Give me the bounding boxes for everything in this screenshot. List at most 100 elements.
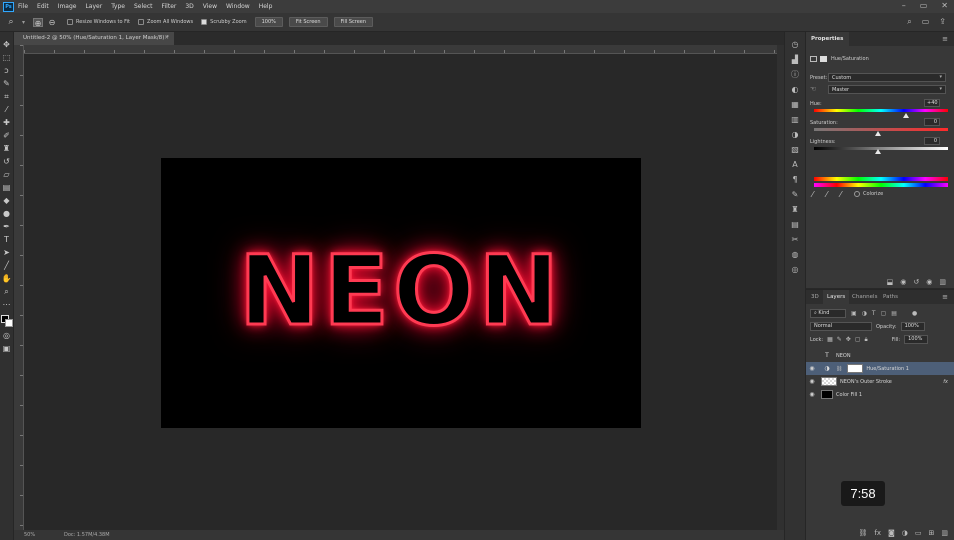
- menu-view[interactable]: View: [203, 3, 217, 10]
- gradient-tool-icon[interactable]: ▤: [2, 183, 12, 192]
- add-mask-icon[interactable]: ◙: [888, 529, 895, 540]
- on-image-adjust-icon[interactable]: ☜: [810, 85, 816, 93]
- lock-all-icon[interactable]: 🔒︎: [865, 336, 868, 344]
- tool-preset-chevron-icon[interactable]: ▾: [22, 19, 25, 26]
- move-tool-icon[interactable]: ✥: [2, 40, 12, 49]
- more-tools-icon[interactable]: ⋯: [2, 300, 12, 309]
- visibility-eye-icon[interactable]: ◉: [806, 378, 818, 385]
- layer-row-neon[interactable]: ◉ T NEON: [806, 349, 954, 362]
- brushes-icon[interactable]: ✎: [790, 190, 800, 199]
- hue-slider-thumb[interactable]: [903, 113, 909, 118]
- paragraph-icon[interactable]: ¶: [790, 175, 800, 184]
- trash-icon[interactable]: ▥: [941, 529, 948, 540]
- view-previous-icon[interactable]: ◉: [900, 278, 906, 286]
- search-icon[interactable]: ⌕: [907, 17, 911, 27]
- pen-tool-icon[interactable]: ✒: [2, 222, 12, 231]
- close-icon[interactable]: ✕: [941, 1, 948, 10]
- scrubby-zoom-checkbox[interactable]: Scrubby Zoom: [201, 19, 247, 25]
- lasso-tool-icon[interactable]: ↄ: [2, 66, 12, 75]
- menu-window[interactable]: Window: [226, 3, 250, 10]
- path-select-icon[interactable]: ➤: [2, 248, 12, 257]
- vertical-scrollbar[interactable]: [777, 45, 784, 530]
- adjustments-icon[interactable]: ◑: [790, 130, 800, 139]
- notes-icon[interactable]: ▤: [790, 220, 800, 229]
- panel-menu-icon[interactable]: ≡: [942, 35, 948, 43]
- lock-transparency-icon[interactable]: ▦: [827, 336, 833, 343]
- opacity-field[interactable]: 100%: [900, 322, 925, 331]
- lock-artboard-icon[interactable]: ▢: [855, 336, 861, 343]
- saturation-slider-track[interactable]: [814, 128, 948, 131]
- layer-mask-icon[interactable]: [820, 56, 827, 62]
- menu-help[interactable]: Help: [259, 3, 273, 10]
- smart-object-filter-icon[interactable]: ▤: [891, 310, 897, 317]
- type-filter-icon[interactable]: T: [872, 310, 876, 317]
- clone-stamp-icon[interactable]: ♜: [2, 144, 12, 153]
- zoom-tool-icon[interactable]: ⌕: [2, 287, 12, 296]
- chain-link-icon[interactable]: ⛓︎: [836, 366, 842, 372]
- layer-row-outer-stroke[interactable]: ◉ NEON's Outer Stroke fx: [806, 375, 954, 388]
- visibility-eye-icon[interactable]: ◉: [806, 365, 818, 372]
- resize-windows-checkbox[interactable]: Resize Windows to Fit: [67, 19, 130, 25]
- panel-menu-icon[interactable]: ≡: [942, 293, 948, 301]
- eyedropper-icon[interactable]: ⁄: [812, 190, 813, 199]
- add-style-icon[interactable]: fx: [874, 529, 881, 540]
- properties-tab[interactable]: Properties: [806, 32, 850, 46]
- zoom-out-icon[interactable]: ⊖: [47, 18, 57, 27]
- restore-icon[interactable]: ▭: [920, 1, 928, 10]
- layer-row-color-fill[interactable]: ◉ Color Fill 1: [806, 388, 954, 401]
- fill-field[interactable]: 100%: [904, 335, 929, 344]
- photoshop-logo[interactable]: Ps: [3, 1, 14, 12]
- menu-edit[interactable]: Edit: [37, 3, 49, 10]
- zoom-tool-icon[interactable]: ⌕: [6, 17, 16, 27]
- layer-effects-icon[interactable]: fx: [943, 379, 948, 385]
- shape-filter-icon[interactable]: ▢: [881, 310, 887, 317]
- adjustment-layer-icon[interactable]: [810, 56, 817, 62]
- tab-paths[interactable]: Paths: [883, 290, 898, 304]
- zoom-level[interactable]: 50%: [24, 532, 35, 538]
- character-icon[interactable]: A: [790, 160, 800, 169]
- crop-tool-icon[interactable]: ⌗: [2, 92, 12, 101]
- filter-toggle-icon[interactable]: ●: [912, 310, 917, 317]
- zoom-all-checkbox[interactable]: Zoom All Windows: [138, 19, 193, 25]
- new-adjustment-icon[interactable]: ◑: [902, 529, 908, 540]
- eyedropper-add-icon[interactable]: ⁄: [826, 190, 827, 199]
- share-icon[interactable]: ⇪: [939, 17, 946, 27]
- reset-icon[interactable]: ↺: [913, 278, 919, 286]
- lock-position-icon[interactable]: ✥: [846, 336, 851, 343]
- link-layers-icon[interactable]: ⛓︎: [858, 529, 867, 540]
- eyedropper-subtract-icon[interactable]: ⁄: [840, 190, 841, 199]
- menu-select[interactable]: Select: [134, 3, 153, 10]
- new-group-icon[interactable]: ▭: [915, 529, 922, 540]
- color-swatches[interactable]: [0, 315, 13, 327]
- delete-icon[interactable]: ▥: [939, 278, 946, 286]
- dodge-tool-icon[interactable]: ●: [2, 209, 12, 218]
- layer-row-hue-saturation[interactable]: ◉ ◑ ⛓︎ Hue/Saturation 1: [806, 362, 954, 375]
- background-color-swatch[interactable]: [4, 319, 13, 327]
- document-canvas[interactable]: NEON: [161, 158, 641, 428]
- saturation-slider-thumb[interactable]: [875, 131, 881, 136]
- filter-kind-dropdown[interactable]: ⌕ Kind: [810, 308, 846, 318]
- quick-mask-icon[interactable]: ◎: [2, 331, 12, 340]
- fit-screen-button[interactable]: Fit Screen: [288, 17, 328, 27]
- horizontal-ruler[interactable]: [24, 45, 784, 54]
- info-icon[interactable]: ⓘ: [790, 70, 800, 79]
- blur-tool-icon[interactable]: ◆: [2, 196, 12, 205]
- quick-select-tool-icon[interactable]: ✎: [2, 79, 12, 88]
- vertical-ruler[interactable]: [14, 45, 24, 530]
- hand-tool-icon[interactable]: ✋: [2, 274, 12, 283]
- marquee-tool-icon[interactable]: ⬚: [2, 53, 12, 62]
- brush-tool-icon[interactable]: ✐: [2, 131, 12, 140]
- color-icon[interactable]: ◐: [790, 85, 800, 94]
- tab-3d[interactable]: 3D: [811, 290, 819, 304]
- visibility-eye-icon[interactable]: ◉: [806, 352, 818, 359]
- lock-pixels-icon[interactable]: ✎: [837, 336, 842, 343]
- layer-mask-thumbnail[interactable]: [847, 364, 864, 373]
- menu-image[interactable]: Image: [58, 3, 77, 10]
- tab-layers[interactable]: Layers: [823, 290, 850, 304]
- new-layer-icon[interactable]: ⊞: [929, 529, 935, 540]
- lightness-value-field[interactable]: 0: [924, 137, 940, 145]
- menu-file[interactable]: File: [18, 3, 28, 10]
- close-tab-icon[interactable]: ×: [164, 34, 169, 41]
- eyedropper-tool-icon[interactable]: ⁄: [2, 105, 12, 114]
- menu-3d[interactable]: 3D: [185, 3, 193, 10]
